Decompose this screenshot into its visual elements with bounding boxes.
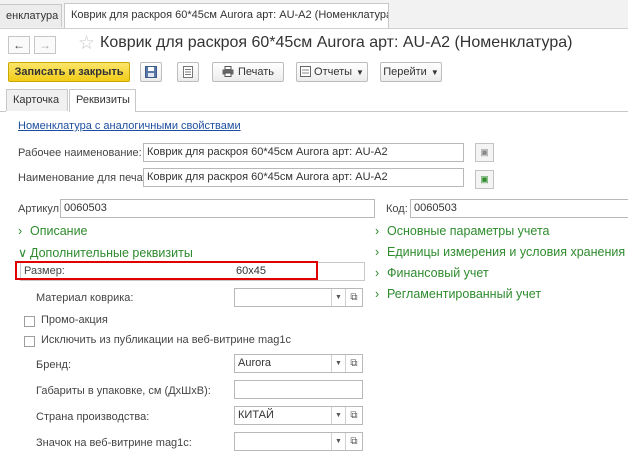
material-label: Материал коврика: — [36, 292, 134, 304]
brand-field[interactable]: Aurora ▼ ⧉ — [234, 354, 363, 373]
tab-requisites-label: Реквизиты — [76, 94, 130, 106]
chevron-down-icon: ∨ — [18, 246, 28, 260]
dims-input[interactable] — [234, 380, 363, 399]
fill-green-icon: ▣ — [480, 174, 489, 184]
chevron-right-icon: › — [375, 266, 380, 280]
group-regulated-label: Регламентированный учет — [387, 287, 542, 301]
exclude-checkbox[interactable] — [24, 336, 35, 347]
favorite-star-icon[interactable]: ☆ — [78, 32, 95, 55]
tab-requisites[interactable]: Реквизиты — [69, 89, 136, 112]
tab-card[interactable]: Карточка — [6, 89, 68, 111]
highlight-box — [15, 261, 318, 280]
arrow-right-icon: → — [39, 38, 51, 52]
window-tab-label: енклатура — [6, 10, 59, 22]
floppy-disk-icon — [145, 66, 157, 78]
save-button[interactable] — [140, 62, 162, 82]
group-units[interactable]: › Единицы измерения и условия хранения — [375, 245, 625, 259]
chevron-right-icon: › — [375, 245, 380, 259]
tab-card-label: Карточка — [13, 94, 60, 106]
printer-icon — [222, 66, 234, 77]
group-regulated[interactable]: › Регламентированный учет — [375, 287, 541, 301]
dropdown-caret-icon: ▼ — [430, 68, 439, 77]
copy-name-button[interactable]: ▣ — [475, 143, 494, 162]
back-button[interactable]: ← — [8, 36, 30, 54]
work-name-label: Рабочее наименование: — [18, 147, 142, 159]
promo-label: Промо-акция — [41, 314, 108, 326]
print-label: Печать — [237, 66, 275, 78]
chevron-right-icon: › — [375, 287, 380, 301]
code-label: Код: — [386, 203, 408, 215]
print-name-label: Наименование для печати: — [18, 172, 157, 184]
open-icon[interactable]: ⧉ — [345, 433, 362, 450]
page-title: Коврик для раскроя 60*45см Aurora арт: A… — [100, 34, 573, 51]
window-tab-nomenclature[interactable]: енклатура — [0, 4, 62, 27]
badge-label: Значок на веб-витрине mag1c: — [36, 437, 192, 449]
forward-button[interactable]: → — [34, 36, 56, 54]
group-description-label: Описание — [30, 224, 88, 238]
chevron-right-icon: › — [375, 224, 380, 238]
open-icon[interactable]: ⧉ — [345, 289, 362, 306]
group-main-params-label: Основные параметры учета — [387, 224, 550, 238]
arrow-left-icon: ← — [13, 38, 25, 52]
window-tab-label: Коврик для раскроя 60*45см Aurora арт: A… — [71, 9, 389, 21]
dims-label: Габариты в упаковке, см (ДхШхВ): — [36, 385, 211, 397]
country-label: Страна производства: — [36, 411, 150, 423]
tab-divider — [136, 111, 628, 112]
country-field[interactable]: КИТАЙ ▼ ⧉ — [234, 406, 363, 425]
chevron-down-icon[interactable]: ▼ — [331, 289, 345, 306]
article-input[interactable]: 0060503 — [60, 199, 375, 218]
code-input[interactable]: 0060503 — [410, 199, 628, 218]
report-icon — [300, 66, 312, 77]
goto-button[interactable]: Перейти ▼ — [380, 62, 442, 82]
brand-label: Бренд: — [36, 359, 72, 371]
reports-label: Отчеты — [314, 66, 353, 78]
group-financial-label: Финансовый учет — [387, 266, 489, 280]
work-name-input[interactable]: Коврик для раскроя 60*45см Aurora арт: A… — [143, 143, 464, 162]
copy-icon: ▣ — [480, 147, 489, 157]
article-label: Артикул: — [18, 203, 63, 215]
reports-button[interactable]: Отчеты ▼ — [296, 62, 368, 82]
badge-field[interactable]: ▼ ⧉ — [234, 432, 363, 451]
chevron-down-icon[interactable]: ▼ — [331, 433, 345, 450]
fill-name-button[interactable]: ▣ — [475, 170, 494, 189]
group-additional[interactable]: ∨ Дополнительные реквизиты — [18, 245, 193, 260]
dropdown-caret-icon: ▼ — [356, 68, 364, 77]
group-units-label: Единицы измерения и условия хранения — [387, 245, 626, 259]
print-button[interactable]: Печать — [212, 62, 284, 82]
window-tab-item[interactable]: Коврик для раскроя 60*45см Aurora арт: A… — [64, 3, 389, 28]
open-icon[interactable]: ⧉ — [345, 407, 362, 424]
group-financial[interactable]: › Финансовый учет — [375, 266, 489, 280]
group-description[interactable]: › Описание — [18, 224, 88, 238]
brand-value: Aurora — [238, 357, 272, 369]
document-list-icon — [183, 66, 193, 78]
chevron-right-icon: › — [18, 224, 23, 238]
chevron-down-icon[interactable]: ▼ — [331, 355, 345, 372]
save-and-close-button[interactable]: Записать и закрыть — [8, 62, 130, 82]
material-field[interactable]: ▼ ⧉ — [234, 288, 363, 307]
country-value: КИТАЙ — [238, 409, 274, 421]
tab-divider-left — [0, 111, 6, 112]
print-name-input[interactable]: Коврик для раскроя 60*45см Aurora арт: A… — [143, 168, 464, 187]
open-icon[interactable]: ⧉ — [345, 355, 362, 372]
group-additional-label: Дополнительные реквизиты — [30, 246, 193, 260]
chevron-down-icon[interactable]: ▼ — [331, 407, 345, 424]
promo-checkbox[interactable] — [24, 316, 35, 327]
exclude-label: Исключить из публикации на веб-витрине m… — [41, 334, 291, 346]
similar-properties-link[interactable]: Номенклатура с аналогичными свойствами — [18, 120, 241, 132]
goto-label: Перейти — [383, 66, 427, 78]
group-main-params[interactable]: › Основные параметры учета — [375, 224, 550, 238]
list-button[interactable] — [177, 62, 199, 82]
